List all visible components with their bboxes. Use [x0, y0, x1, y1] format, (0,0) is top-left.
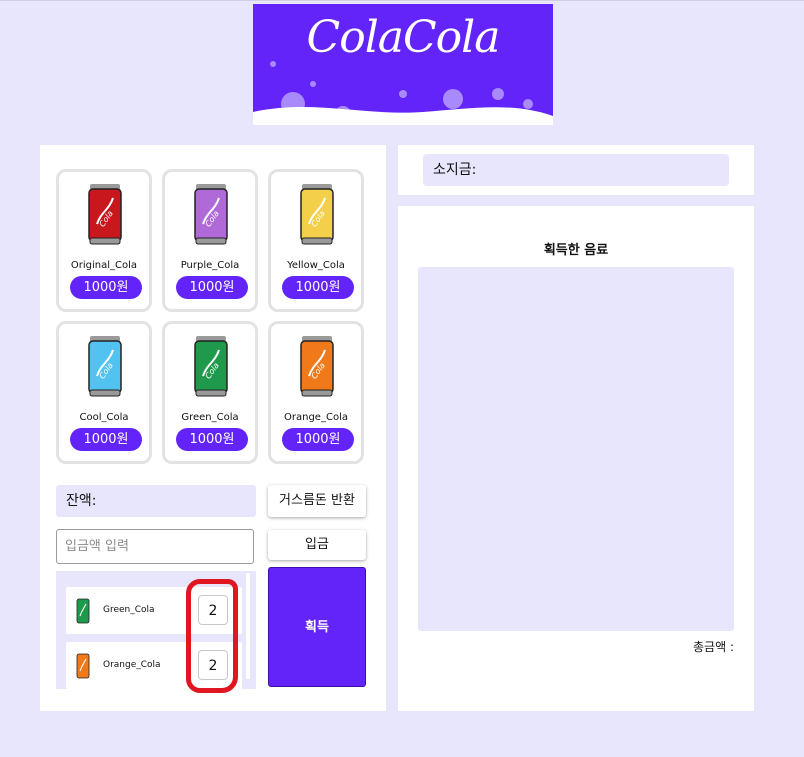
cola-card-green[interactable]: Cola Green_Cola 1000원 — [162, 321, 258, 464]
cola-can-icon: Cola — [194, 184, 228, 245]
get-button[interactable]: 획득 — [268, 567, 366, 687]
cola-card-orange[interactable]: Cola Orange_Cola 1000원 — [268, 321, 364, 464]
cola-name: Original_Cola — [70, 260, 138, 271]
cola-name: Green_Cola — [181, 412, 239, 423]
deposit-button[interactable]: 입금 — [268, 530, 366, 560]
cola-can-icon — [76, 598, 90, 624]
cola-can-icon: Cola — [88, 184, 122, 245]
cola-name: Purple_Cola — [180, 260, 240, 271]
cola-card-purple[interactable]: Cola Purple_Cola 1000원 — [162, 169, 258, 312]
cola-card-yellow[interactable]: Cola Yellow_Cola 1000원 — [268, 169, 364, 312]
cart-scrollbar[interactable] — [246, 573, 250, 679]
buy-purple-cola-button[interactable]: 1000원 — [176, 276, 248, 299]
buy-original-cola-button[interactable]: 1000원 — [70, 276, 142, 299]
money-display: 소지금: — [423, 154, 729, 186]
deposit-amount-input[interactable] — [56, 529, 254, 564]
cola-name: Cool_Cola — [79, 412, 129, 423]
cola-can-icon — [76, 653, 90, 679]
buy-cool-cola-button[interactable]: 1000원 — [70, 428, 142, 451]
vending-panel: Cola Original_Cola 1000원 Cola Purple_Col… — [40, 145, 386, 711]
logo-text: ColaCola — [306, 12, 501, 63]
cola-can-icon: Cola — [88, 336, 122, 397]
quantity-field[interactable]: 2 — [198, 595, 228, 625]
cola-name: Yellow_Cola — [287, 260, 345, 271]
buy-orange-cola-button[interactable]: 1000원 — [282, 428, 354, 451]
buy-green-cola-button[interactable]: 1000원 — [176, 428, 248, 451]
cola-can-icon: Cola — [300, 336, 334, 397]
cola-card-original[interactable]: Cola Original_Cola 1000원 — [56, 169, 152, 312]
cola-name: Orange_Cola — [284, 412, 348, 423]
cart-item-name: Orange_Cola — [103, 660, 161, 670]
cola-cola-logo: ColaCola — [253, 4, 553, 125]
cola-card-cool[interactable]: Cola Cool_Cola 1000원 — [56, 321, 152, 464]
buy-yellow-cola-button[interactable]: 1000원 — [282, 276, 354, 299]
acquired-title: 획득한 음료 — [543, 243, 609, 258]
total-amount: 총금액 : — [693, 640, 734, 654]
balance-display: 잔액: — [56, 485, 256, 517]
cola-can-icon: Cola — [194, 336, 228, 397]
cart-item-green-cola[interactable]: Green_Cola 2 — [66, 587, 242, 634]
cola-can-icon: Cola — [300, 184, 334, 245]
selected-cola-list[interactable]: Green_Cola 2 Orange_Cola 2 — [56, 571, 256, 689]
cart-item-name: Green_Cola — [103, 605, 155, 615]
cart-item-orange-cola[interactable]: Orange_Cola 2 — [66, 642, 242, 689]
acquired-panel: 획득한 음료 총금액 : — [398, 206, 754, 711]
quantity-field[interactable]: 2 — [198, 650, 228, 680]
return-change-button[interactable]: 거스름돈 반환 — [268, 485, 366, 517]
acquired-drinks-list — [418, 267, 734, 631]
wallet-panel: 소지금: — [398, 145, 754, 195]
